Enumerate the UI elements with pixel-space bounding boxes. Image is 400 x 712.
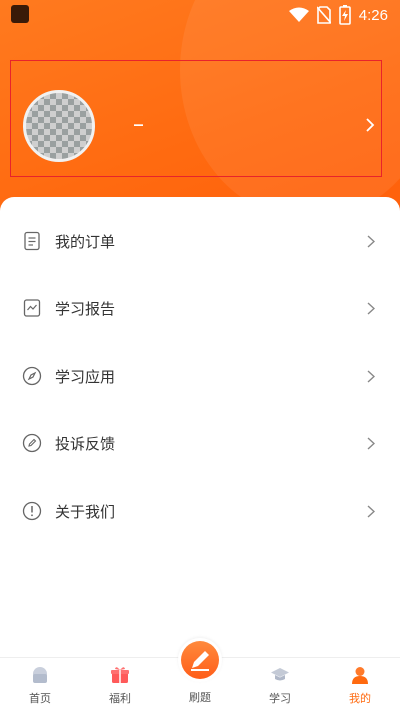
tab-study[interactable]: 学习 [240,658,320,712]
status-bar: 4:26 [0,0,400,30]
menu-item-label: 学习报告 [55,300,116,318]
menu-item-study-report[interactable]: 学习报告 [0,281,400,335]
tab-mine[interactable]: 我的 [320,658,400,712]
tab-label: 我的 [349,692,371,705]
nickname: _ [134,106,144,127]
graduation-cap-icon [271,668,289,681]
profile-icon [352,667,368,684]
menu-item-study-apps[interactable]: 学习应用 [0,349,400,403]
pen-icon [181,641,219,679]
compass-icon [22,366,42,386]
report-icon [23,299,41,317]
menu-item-label: 学习应用 [55,368,116,386]
chevron-right-icon [367,505,375,518]
no-sim-icon [316,6,331,24]
order-icon [24,231,40,251]
gift-icon [111,667,129,683]
info-icon [22,501,42,521]
menu-item-orders[interactable]: 我的订单 [0,214,400,268]
menu-item-label: 关于我们 [55,503,116,521]
tab-welfare[interactable]: 福利 [80,658,160,712]
tab-home[interactable]: 首页 [0,658,80,712]
feedback-icon [22,433,42,453]
status-time: 4:26 [358,6,388,24]
menu-item-label: 投诉反馈 [55,435,116,453]
chevron-right-icon [367,437,375,450]
app-notification-icon [11,5,29,23]
chevron-right-icon [367,302,375,315]
tab-label: 福利 [109,692,131,705]
wifi-icon [288,7,309,22]
menu-item-about-us[interactable]: 关于我们 [0,484,400,538]
tab-label: 刷题 [189,691,211,704]
tab-label: 首页 [29,692,51,705]
battery-icon [338,5,351,25]
chevron-right-icon [367,370,375,383]
profile-card[interactable]: _ [10,60,382,177]
home-icon [33,667,47,683]
menu-item-feedback[interactable]: 投诉反馈 [0,416,400,470]
chevron-right-icon [367,235,375,248]
tab-practice[interactable] [178,638,222,682]
chevron-right-icon [366,118,375,132]
tab-label: 学习 [269,692,291,705]
menu-item-label: 我的订单 [55,233,116,251]
avatar[interactable] [23,90,95,162]
menu-panel: 我的订单 学习报告 学习应用 投诉反馈 关于我们 [0,197,400,657]
